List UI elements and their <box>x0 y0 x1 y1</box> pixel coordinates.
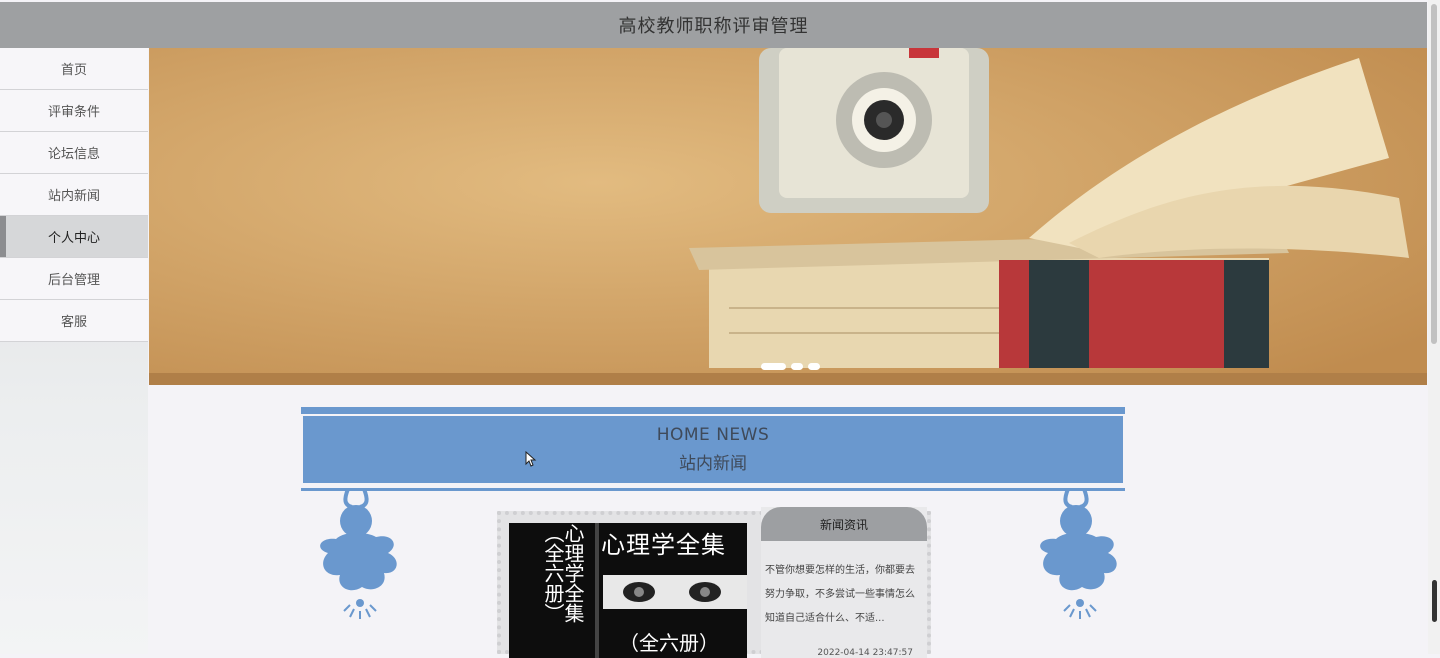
carousel-indicators <box>761 363 820 370</box>
decorative-hanging-ornament-icon <box>1034 487 1124 627</box>
scroll-indicator <box>1432 580 1437 622</box>
banner-carousel[interactable] <box>149 48 1427 385</box>
banner-image <box>149 48 1427 385</box>
sidebar-item-admin[interactable]: 后台管理 <box>0 258 148 300</box>
news-card-info: 新闻资讯 不管你想要怎样的生活，你都要去努力争取，不多尝试一些事情怎么知道自己适… <box>761 507 927 658</box>
sidebar-item-label: 个人中心 <box>47 231 100 246</box>
news-card-category: 新闻资讯 <box>761 507 927 541</box>
page-scrollbar[interactable] <box>1428 0 1440 654</box>
book-subtitle: （全六册） <box>619 631 719 655</box>
news-card[interactable]: 心理学全集（全六册） 心理学全集 （全六册） 新闻资讯 不管你想要怎样的生活，你… <box>497 507 931 658</box>
news-title-cn: 站内新闻 <box>679 454 747 474</box>
carousel-dot-3[interactable] <box>808 363 820 370</box>
news-card-image[interactable]: 心理学全集（全六册） 心理学全集 （全六册） <box>509 523 747 658</box>
decorative-hanging-ornament-icon <box>314 487 404 627</box>
scrollbar-thumb[interactable] <box>1431 4 1437 344</box>
news-title-en: HOME NEWS <box>656 425 770 445</box>
sidebar-item-label: 评审条件 <box>47 105 100 120</box>
sidebar-nav: 首页 评审条件 论坛信息 站内新闻 个人中心 后台管理 客服 <box>0 48 148 342</box>
news-section-header: HOME NEWS 站内新闻 <box>301 407 1125 491</box>
book-vertical-title: 心理学全集（全六册） <box>541 523 585 623</box>
site-title: 高校教师职称评审管理 <box>618 16 809 37</box>
news-card-date: 2022-04-14 23:47:57 <box>817 648 913 658</box>
sidebar-item-personal-center[interactable]: 个人中心 <box>0 216 148 258</box>
sidebar-item-label: 论坛信息 <box>47 147 100 162</box>
sidebar-item-site-news[interactable]: 站内新闻 <box>0 174 148 216</box>
top-header: 高校教师职称评审管理 <box>0 2 1427 48</box>
sidebar-item-customer-service[interactable]: 客服 <box>0 300 148 342</box>
mouse-cursor-icon <box>525 450 537 471</box>
sidebar-item-label: 首页 <box>60 63 87 78</box>
carousel-dot-1[interactable] <box>761 363 786 370</box>
home-news-section: HOME NEWS 站内新闻 心理学全集（全六册） 心理学全集 （全六册） 新闻… <box>149 385 1427 658</box>
sidebar-item-home[interactable]: 首页 <box>0 48 148 90</box>
sidebar-item-forum[interactable]: 论坛信息 <box>0 132 148 174</box>
sidebar-item-label: 站内新闻 <box>47 189 100 204</box>
sidebar-item-review-conditions[interactable]: 评审条件 <box>0 90 148 132</box>
sidebar-item-label: 客服 <box>60 315 87 330</box>
news-card-summary: 不管你想要怎样的生活，你都要去努力争取，不多尝试一些事情怎么知道自己适合什么、不… <box>765 565 915 624</box>
sidebar-item-label: 后台管理 <box>47 273 100 288</box>
book-title: 心理学全集 <box>601 531 726 559</box>
carousel-dot-2[interactable] <box>791 363 803 370</box>
